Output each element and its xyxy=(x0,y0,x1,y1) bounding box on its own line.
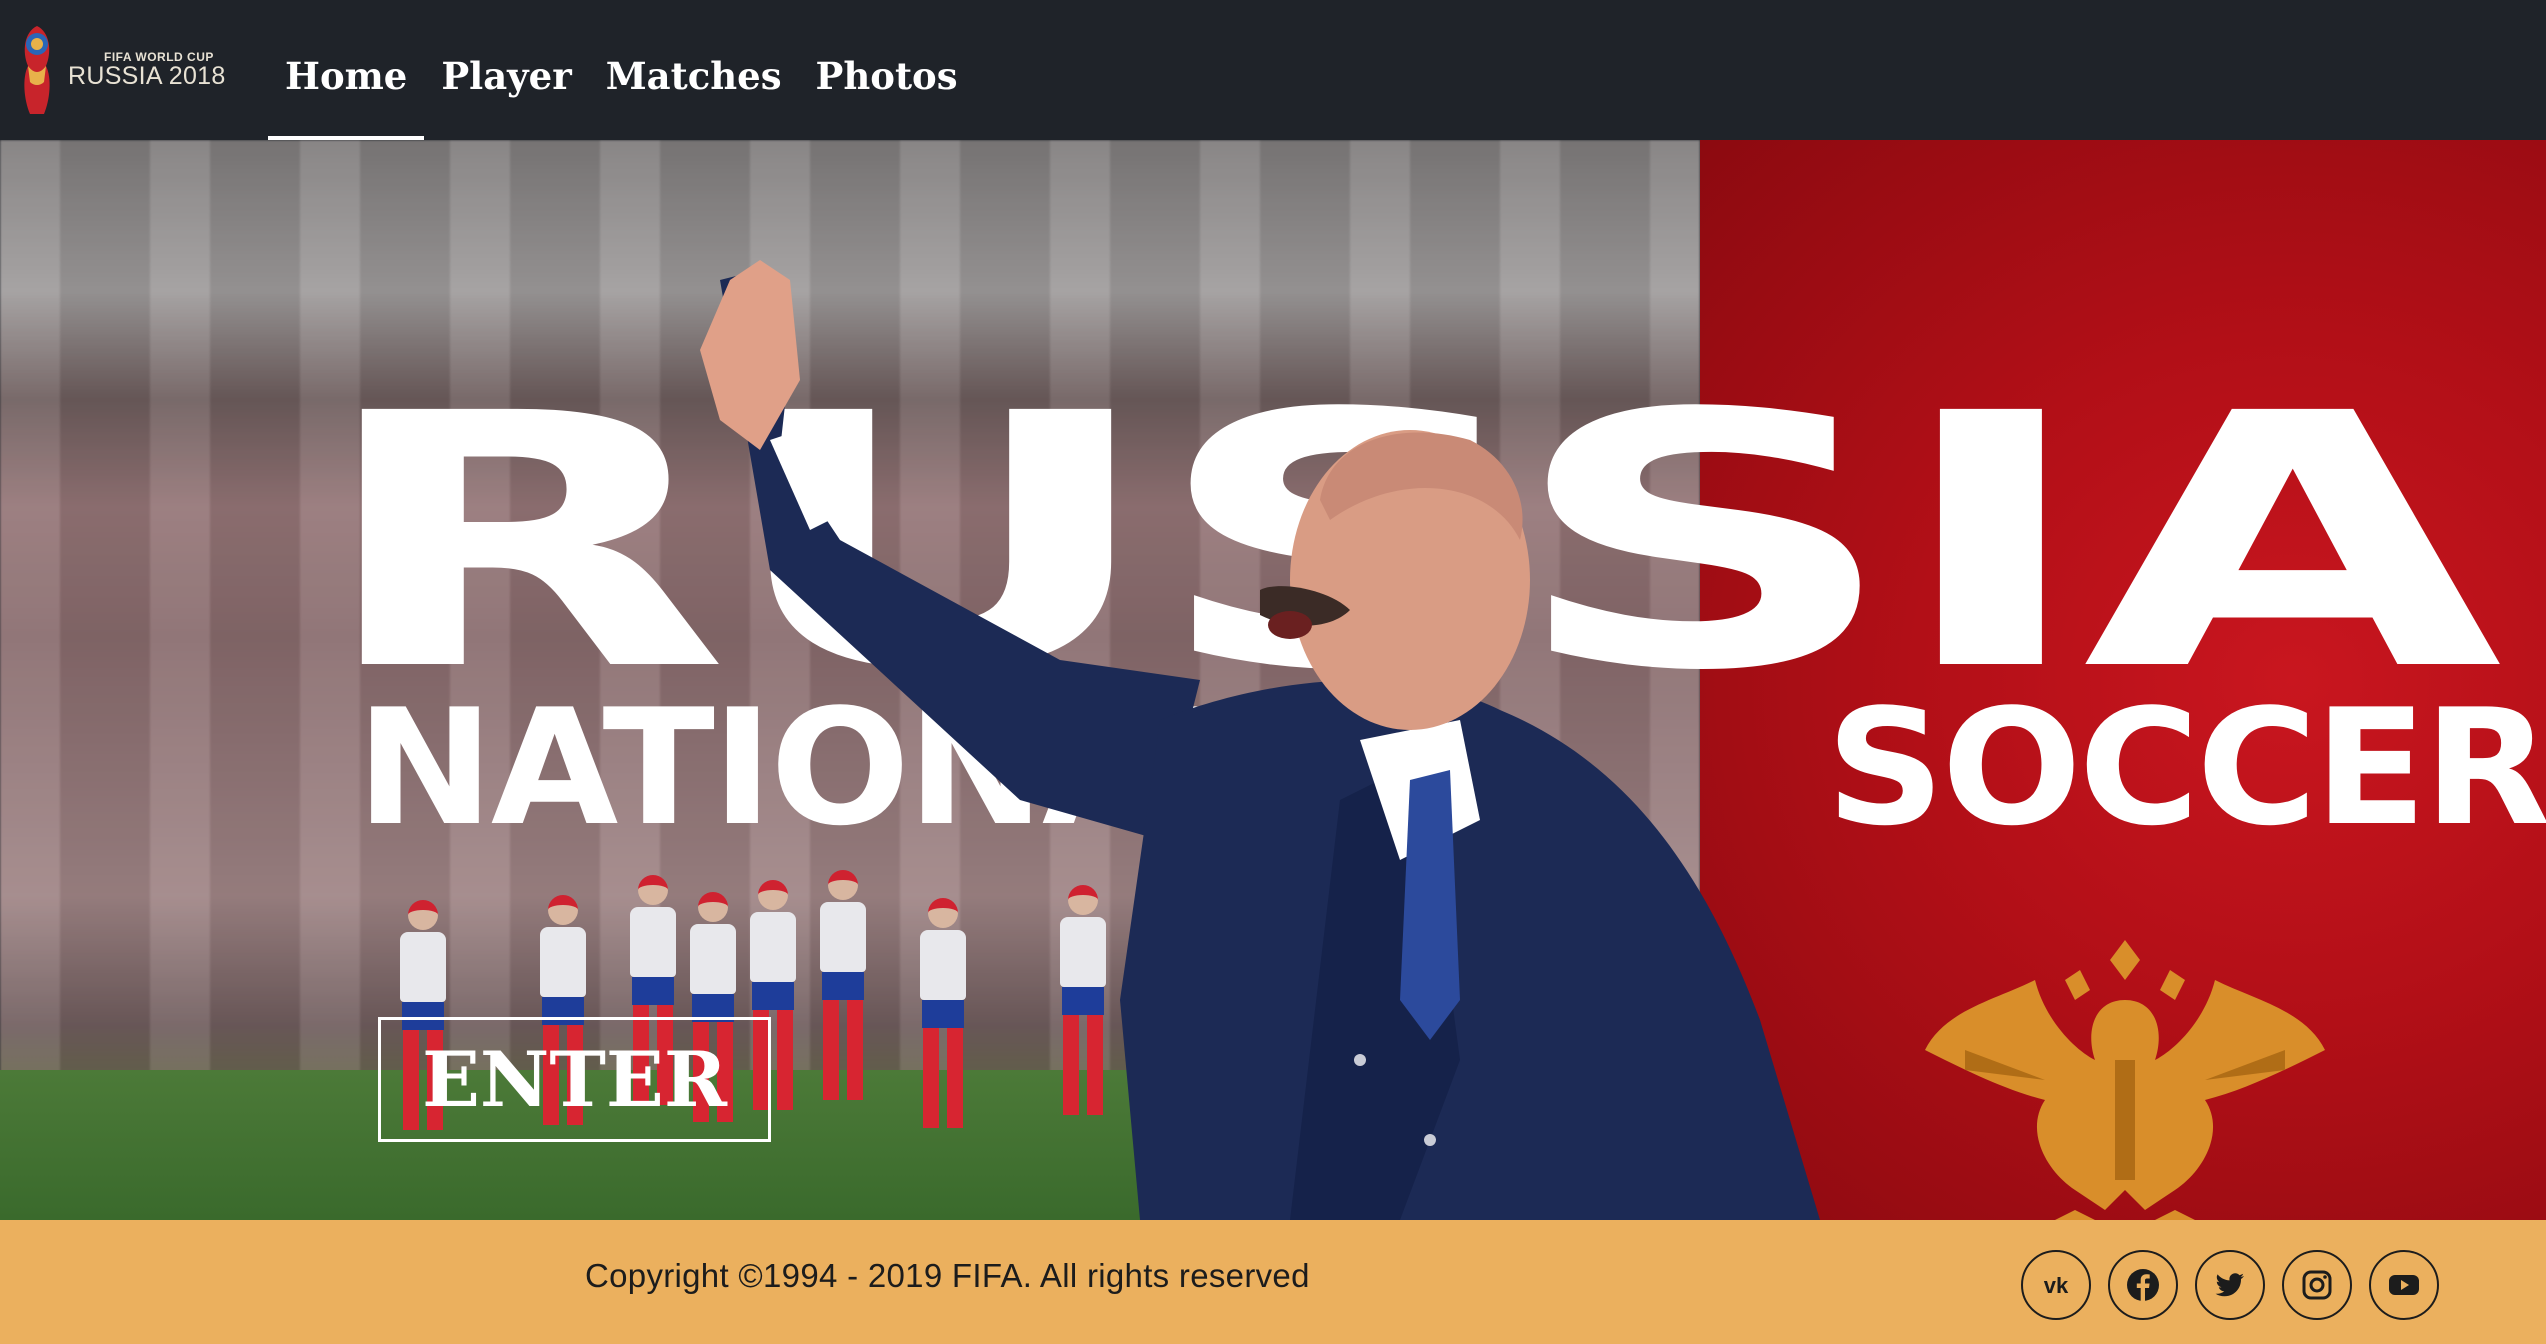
youtube-icon xyxy=(2389,1275,2419,1295)
world-cup-emblem-icon xyxy=(24,26,50,114)
nav-home[interactable]: Home xyxy=(268,0,425,140)
instagram-link[interactable] xyxy=(2282,1250,2352,1320)
nav-matches[interactable]: Matches xyxy=(589,0,799,140)
hero-banner: RUSSIA NATIONAL SOCCER ENTER xyxy=(0,140,2546,1220)
social-links: vk xyxy=(2021,1250,2439,1320)
double-headed-eagle-emblem xyxy=(1925,940,2325,1220)
twitter-link[interactable] xyxy=(2195,1250,2265,1320)
twitter-icon xyxy=(2215,1273,2244,1297)
vk-icon: vk xyxy=(2044,1273,2069,1298)
vk-link[interactable]: vk xyxy=(2021,1250,2091,1320)
enter-button[interactable]: ENTER xyxy=(378,1017,771,1142)
instagram-icon xyxy=(2302,1270,2332,1300)
facebook-link[interactable] xyxy=(2108,1250,2178,1320)
main-nav: Home Player Matches Photos xyxy=(268,0,975,140)
site-footer: Copyright ©1994 - 2019 FIFA. All rights … xyxy=(0,1220,2546,1344)
svg-text:vk: vk xyxy=(2044,1273,2069,1298)
world-cup-logo[interactable]: FIFA WORLD CUP RUSSIA 2018 xyxy=(14,22,244,118)
youtube-link[interactable] xyxy=(2369,1250,2439,1320)
nav-photos[interactable]: Photos xyxy=(799,0,975,140)
logo-title-text: RUSSIA 2018 xyxy=(68,62,226,90)
facebook-icon xyxy=(2127,1269,2159,1301)
top-navbar: FIFA WORLD CUP RUSSIA 2018 Home Player M… xyxy=(0,0,2546,140)
nav-player[interactable]: Player xyxy=(424,0,588,140)
copyright-text: Copyright ©1994 - 2019 FIFA. All rights … xyxy=(585,1257,1310,1294)
